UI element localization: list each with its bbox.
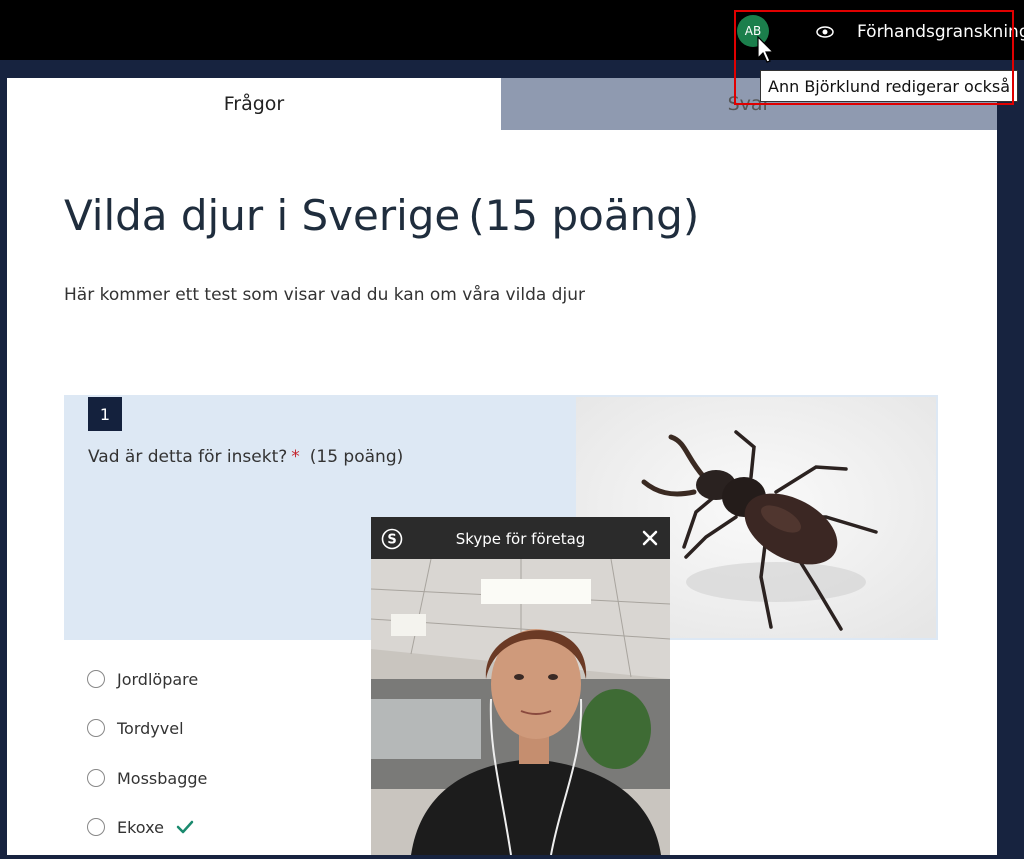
tab-questions[interactable]: Frågor	[7, 78, 501, 130]
required-mark: *	[291, 447, 300, 467]
skype-window[interactable]: S Skype för företag	[370, 517, 671, 856]
correct-checkmark-icon	[176, 820, 194, 834]
option-jordlopare[interactable]: Jordlöpare	[87, 667, 198, 691]
form-title: Vilda djur i Sverige (15 poäng)	[64, 191, 699, 240]
option-label: Tordyvel	[117, 718, 184, 738]
form-points: (15 poäng)	[468, 191, 700, 240]
form-description: Här kommer ett test som visar vad du kan…	[64, 285, 585, 305]
radio-button[interactable]	[87, 670, 105, 688]
option-mossbagge[interactable]: Mossbagge	[87, 766, 207, 790]
question-text: Vad är detta för insekt? * (15 poäng)	[88, 447, 403, 467]
option-ekoxe[interactable]: Ekoxe	[87, 815, 194, 839]
skype-title: Skype för företag	[455, 530, 586, 548]
option-label: Jordlöpare	[117, 669, 199, 689]
question-number: 1	[88, 397, 122, 431]
question-label: Vad är detta för insekt?	[88, 447, 288, 467]
radio-button[interactable]	[87, 719, 105, 737]
radio-button[interactable]	[87, 818, 105, 836]
radio-button[interactable]	[87, 769, 105, 787]
question-points: (15 poäng)	[309, 447, 404, 467]
option-label: Ekoxe	[117, 817, 164, 837]
participant-video-feed	[370, 558, 671, 856]
highlight-box	[734, 10, 1014, 105]
form-title-text: Vilda djur i Sverige	[64, 191, 461, 240]
option-tordyvel[interactable]: Tordyvel	[87, 716, 184, 740]
skype-header[interactable]: S Skype för företag	[371, 517, 670, 559]
option-label: Mossbagge	[117, 768, 208, 788]
close-icon[interactable]	[641, 529, 659, 547]
